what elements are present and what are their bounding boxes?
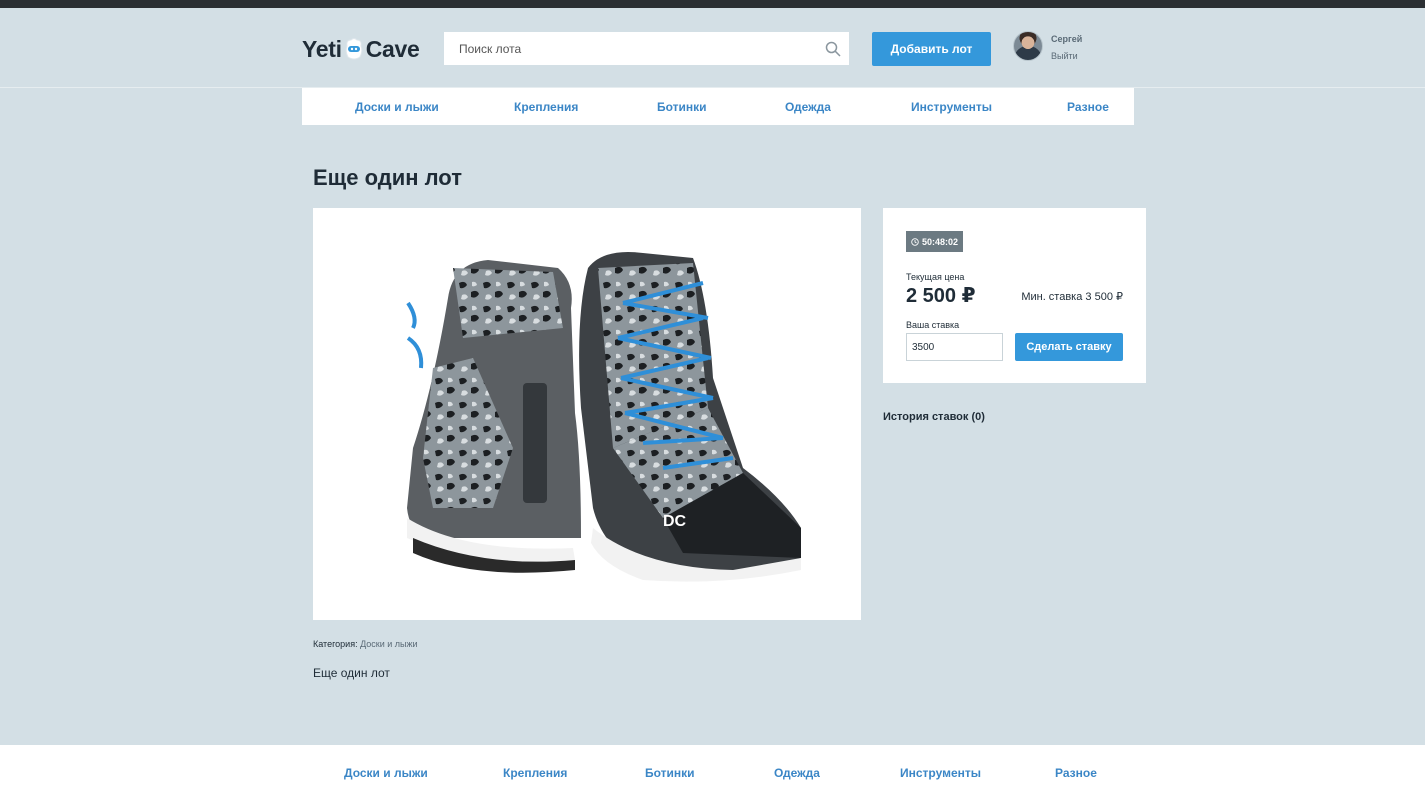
clock-icon — [911, 237, 919, 246]
lot-image: DC — [313, 208, 861, 620]
site-footer: Доски и лыжи Крепления Ботинки Одежда Ин… — [0, 745, 1425, 798]
nav-item-boots[interactable]: Ботинки — [657, 100, 707, 114]
browser-top-bar — [0, 0, 1425, 8]
bid-panel: 50:48:02 Текущая цена 2 500 ₽ Мин. ставк… — [883, 208, 1146, 383]
lot-description: Еще один лот — [313, 666, 390, 680]
footer-item-other[interactable]: Разное — [1055, 766, 1097, 780]
current-price: 2 500 ₽ — [906, 285, 976, 307]
yeti-icon — [345, 38, 363, 60]
place-bid-button[interactable]: Сделать ставку — [1015, 333, 1123, 361]
nav-item-clothing[interactable]: Одежда — [785, 100, 831, 114]
your-bid-label: Ваша ставка — [906, 320, 960, 330]
nav-item-bindings[interactable]: Крепления — [514, 100, 578, 114]
search-input[interactable] — [444, 32, 849, 65]
nav-item-tools[interactable]: Инструменты — [911, 100, 992, 114]
lot-title: Еще один лот — [313, 165, 462, 190]
current-price-label: Текущая цена — [906, 272, 965, 282]
min-bid: Мин. ставка 3 500 ₽ — [1021, 291, 1123, 303]
footer-item-boots[interactable]: Ботинки — [645, 766, 695, 780]
svg-text:DC: DC — [663, 513, 687, 530]
category-nav: Доски и лыжи Крепления Ботинки Одежда Ин… — [302, 88, 1134, 125]
add-lot-button[interactable]: Добавить лот — [872, 32, 991, 66]
avatar — [1013, 31, 1043, 61]
logout-link[interactable]: Выйти — [1051, 51, 1078, 61]
lot-category: Категория: Доски и лыжи — [313, 639, 418, 649]
site-header: Yeti Cave Добавить лот Сергей Выйти — [0, 8, 1425, 88]
timer-value: 50:48:02 — [922, 236, 959, 247]
lot-timer: 50:48:02 — [906, 231, 964, 252]
footer-item-bindings[interactable]: Крепления — [503, 766, 567, 780]
footer-item-tools[interactable]: Инструменты — [900, 766, 981, 780]
logo-text-cave: Cave — [365, 35, 420, 62]
logo-text-yeti: Yeti — [302, 35, 342, 62]
user-name: Сергей — [1051, 34, 1083, 44]
bid-input[interactable] — [906, 333, 1003, 361]
site-logo[interactable]: Yeti Cave — [302, 34, 420, 64]
category-label: Категория: — [313, 639, 358, 649]
footer-item-boards[interactable]: Доски и лыжи — [344, 766, 428, 780]
snowboard-boots-image: DC — [406, 252, 801, 582]
search-form — [444, 32, 849, 65]
category-link[interactable]: Доски и лыжи — [360, 639, 417, 649]
footer-item-clothing[interactable]: Одежда — [774, 766, 820, 780]
search-icon[interactable] — [825, 41, 841, 57]
bid-history-title: История ставок (0) — [883, 411, 985, 423]
nav-item-boards[interactable]: Доски и лыжи — [355, 100, 439, 114]
nav-item-other[interactable]: Разное — [1067, 100, 1109, 114]
